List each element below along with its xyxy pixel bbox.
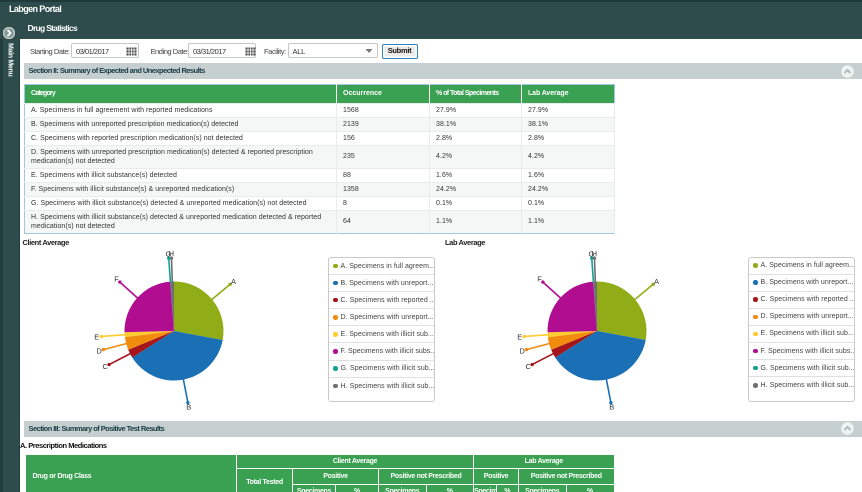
svg-text:D: D (519, 346, 525, 355)
svg-text:C: C (102, 362, 108, 371)
svg-text:A: A (654, 277, 659, 286)
svg-text:C: C (525, 362, 531, 371)
svg-text:H: H (591, 249, 596, 258)
svg-text:B: B (609, 403, 614, 412)
svg-text:D: D (96, 346, 102, 355)
svg-text:F: F (114, 275, 119, 284)
svg-text:H: H (168, 249, 173, 258)
svg-text:B: B (186, 403, 191, 412)
svg-text:E: E (94, 332, 99, 341)
svg-text:A: A (231, 277, 236, 286)
svg-text:E: E (517, 332, 522, 341)
svg-text:F: F (537, 275, 542, 284)
